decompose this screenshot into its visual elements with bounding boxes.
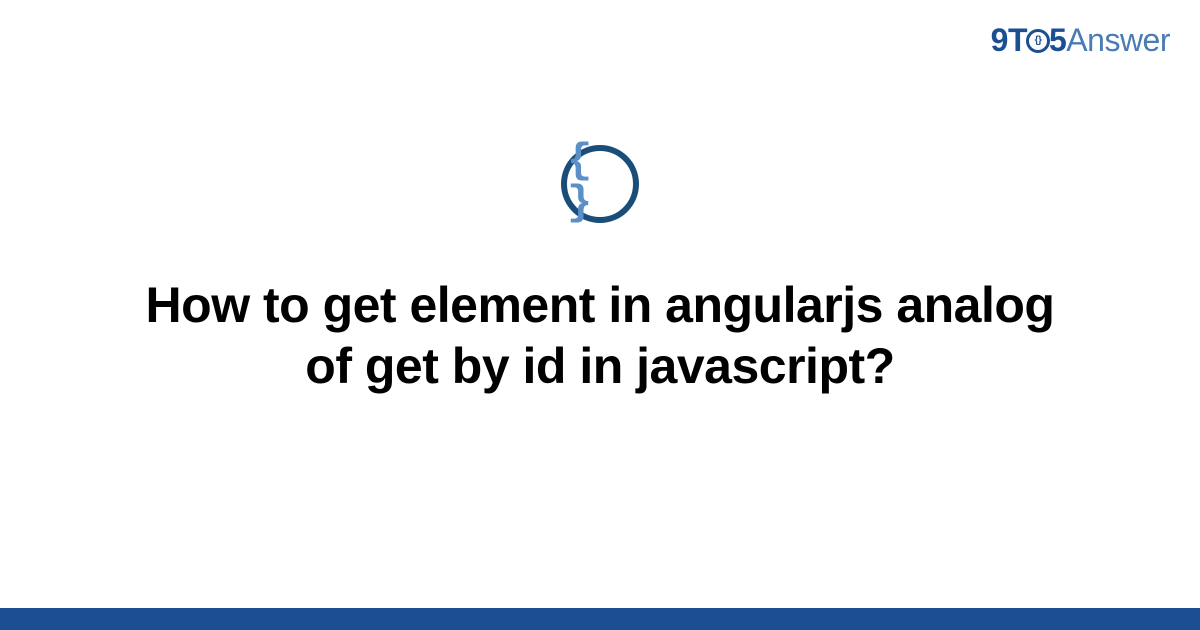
logo-part-answer: Answer xyxy=(1066,22,1170,58)
logo-part-9t: 9T xyxy=(991,22,1027,58)
question-title: How to get element in angularjs analog o… xyxy=(120,275,1080,397)
code-braces-icon: { } xyxy=(567,140,633,224)
logo-part-5: 5 xyxy=(1049,22,1066,58)
logo-part-o: {} xyxy=(1027,22,1049,59)
category-icon-circle: { } xyxy=(561,145,639,223)
main-content: { } How to get element in angularjs anal… xyxy=(0,145,1200,397)
logo-o-braces-icon: {} xyxy=(1026,29,1050,53)
footer-bar xyxy=(0,608,1200,630)
site-logo: 9T{}5Answer xyxy=(991,22,1170,59)
